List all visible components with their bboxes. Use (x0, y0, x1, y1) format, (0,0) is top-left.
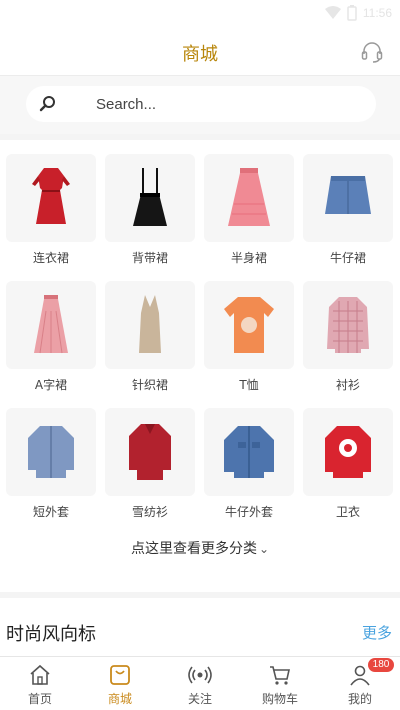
tab-label: 我的 (347, 692, 372, 706)
category-item-pinafore[interactable]: 背带裙 (105, 154, 195, 272)
tshirt-thumbnail (204, 281, 294, 369)
blue-short-jacket-icon (28, 426, 74, 478)
category-label: 雪纺衫 (131, 505, 168, 519)
more-categories-label: 点这里查看更多分类 (130, 541, 257, 557)
status-time: 11:56 (362, 6, 392, 20)
pink-tulle-skirt-icon (228, 168, 270, 226)
a-line-skirt-thumbnail (6, 281, 96, 369)
shop-icon (110, 665, 130, 685)
category-item-chiffon-blouse[interactable]: 雪纺衫 (105, 408, 195, 526)
fashion-section: 时尚风向标 更多 (0, 598, 400, 658)
category-item-denim-jacket[interactable]: 牛仔外套 (204, 408, 294, 526)
red-sweatshirt-icon (325, 426, 371, 478)
category-label: 短外套 (32, 505, 69, 519)
chevron-down-icon: ⌄ (258, 542, 270, 556)
category-label: 衬衫 (335, 378, 360, 392)
tab-mine[interactable]: 180 我的 (320, 657, 400, 710)
notification-badge: 180 (368, 658, 394, 672)
category-label: 背带裙 (131, 251, 168, 265)
tab-label: 关注 (187, 692, 212, 706)
broadcast-icon (188, 666, 212, 684)
app-header: 商城 (0, 28, 400, 76)
bottom-tab-bar: 首页 商城 关注 购物车 180 我的 (0, 656, 400, 710)
tab-follow[interactable]: 关注 (160, 657, 240, 710)
red-chiffon-blouse-icon (129, 424, 171, 480)
red-dress-icon (32, 168, 70, 224)
search-box[interactable] (26, 86, 376, 122)
wifi-icon (324, 6, 341, 19)
search-input[interactable] (96, 86, 356, 122)
search-area (0, 76, 400, 134)
orange-tshirt-icon (224, 297, 274, 353)
category-label: 牛仔裙 (329, 251, 366, 265)
home-icon (30, 664, 50, 685)
category-label: A字裙 (34, 378, 68, 392)
category-label: T恤 (239, 378, 259, 392)
tab-label: 商城 (107, 692, 132, 706)
denim-skirt-icon (325, 176, 371, 214)
shirt-thumbnail (303, 281, 393, 369)
category-item-short-jacket[interactable]: 短外套 (6, 408, 96, 526)
category-section: 连衣裙 背带裙 半身裙 牛仔裙 A字裙 针织裙 T恤 衬衫 短外套 雪纺衫 牛仔… (0, 140, 400, 592)
tab-cart[interactable]: 购物车 (240, 657, 320, 710)
black-pinafore-skirt-icon (133, 168, 167, 226)
status-bar: 11:56 (0, 0, 400, 28)
denim-skirt-thumbnail (303, 154, 393, 242)
category-label: 针织裙 (131, 378, 168, 392)
knit-dress-icon (139, 295, 161, 353)
category-item-dress[interactable]: 连衣裙 (6, 154, 96, 272)
category-item-half-skirt[interactable]: 半身裙 (204, 154, 294, 272)
tab-shop[interactable]: 商城 (80, 657, 160, 710)
category-label: 卫衣 (335, 505, 360, 519)
cart-icon (270, 666, 290, 685)
tab-label: 购物车 (261, 692, 298, 706)
category-item-denim-skirt[interactable]: 牛仔裙 (303, 154, 393, 272)
tab-home[interactable]: 首页 (0, 657, 80, 710)
denim-jacket-thumbnail (204, 408, 294, 496)
more-categories-link[interactable]: 点这里查看更多分类 ⌄ (0, 538, 400, 558)
more-link[interactable]: 更多 (362, 622, 392, 643)
plaid-shirt-icon (327, 297, 369, 353)
half-skirt-thumbnail (204, 154, 294, 242)
pink-pleated-skirt-icon (34, 295, 68, 354)
category-item-tshirt[interactable]: T恤 (204, 281, 294, 399)
knit-dress-thumbnail (105, 281, 195, 369)
category-item-sweatshirt[interactable]: 卫衣 (303, 408, 393, 526)
category-label: 牛仔外套 (224, 505, 273, 519)
tab-label: 首页 (27, 692, 52, 706)
status-icons: 11:56 (324, 5, 392, 21)
chiffon-blouse-thumbnail (105, 408, 195, 496)
category-item-knit-dress[interactable]: 针织裙 (105, 281, 195, 399)
short-jacket-thumbnail (6, 408, 96, 496)
dress-thumbnail (6, 154, 96, 242)
section-title: 时尚风向标 (6, 624, 96, 645)
category-item-shirt[interactable]: 衬衫 (303, 281, 393, 399)
customer-service-headset-icon[interactable] (360, 40, 384, 64)
category-label: 半身裙 (230, 251, 267, 265)
category-label: 连衣裙 (32, 251, 69, 265)
battery-icon (347, 5, 357, 21)
category-item-a-line-skirt[interactable]: A字裙 (6, 281, 96, 399)
search-icon (39, 96, 55, 112)
sweatshirt-thumbnail (303, 408, 393, 496)
pinafore-thumbnail (105, 154, 195, 242)
denim-jacket-icon (224, 426, 274, 478)
page-title: 商城 (182, 44, 218, 65)
